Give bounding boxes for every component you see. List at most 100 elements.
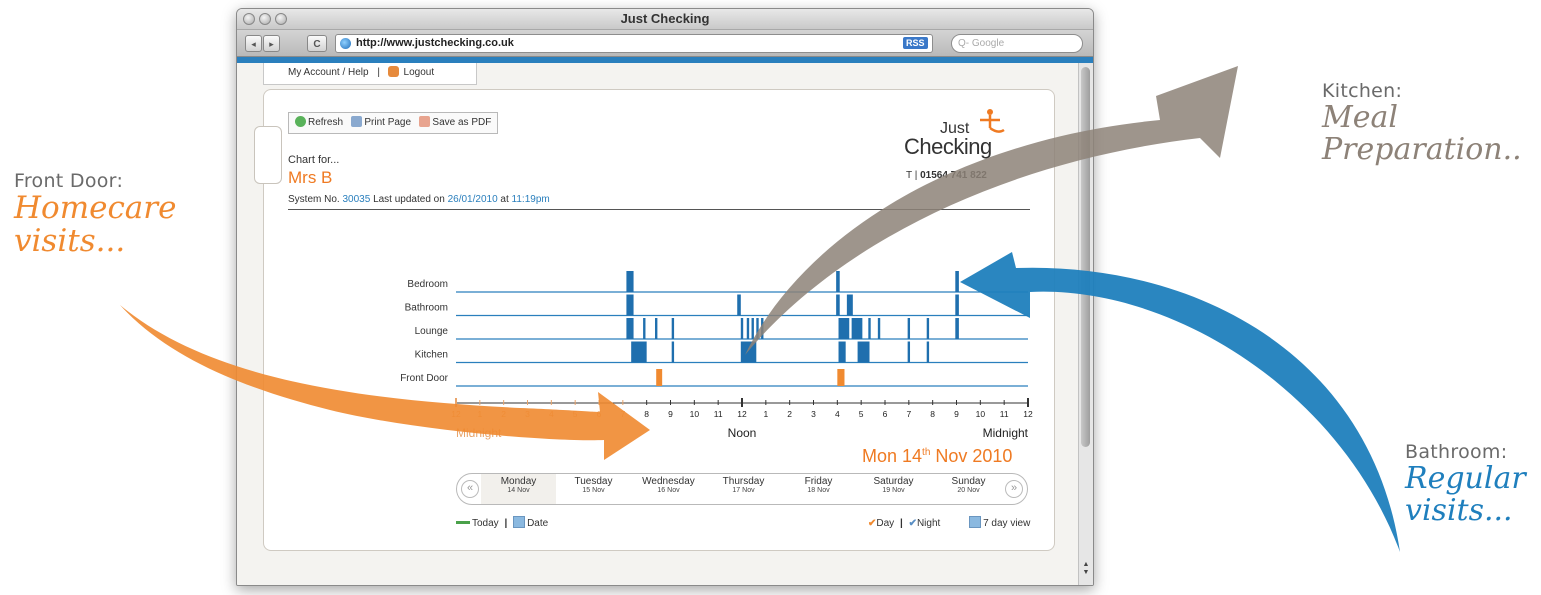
rss-button[interactable]: RSS [903,37,928,49]
axis-tick-label: 11 [1000,409,1009,419]
previous-week-button[interactable]: « [461,480,479,498]
bathroom-annotation-line1: Regular [1405,461,1526,496]
vertical-scrollbar[interactable]: ▲ ▼ [1078,63,1093,585]
activity-bar [838,341,846,363]
axis-tick-label: 10 [690,409,700,419]
seven-day-calendar-icon [969,516,982,528]
title-bar: Just Checking [237,9,1093,30]
activity-bar [740,341,757,363]
axis-tick-label: 4 [835,409,840,419]
week-day-sunday[interactable]: Sunday 20 Nov [931,474,1006,504]
row-label: Bedroom [407,279,448,290]
axis-tick-label: 6 [597,409,602,419]
axis-tick-label: 1 [477,409,482,419]
browser-toolbar: ◂ ▸ C http://www.justchecking.co.uk RSS … [237,30,1093,57]
axis-tick-label: 5 [573,409,578,419]
axis-tick-label: 2 [787,409,792,419]
today-arrow-icon [456,521,470,524]
activity-bar [671,341,675,363]
activity-bar [656,369,663,386]
kitchen-annotation: Kitchen: Meal Preparation.. [1322,80,1522,165]
account-tab: My Account / Help | Logout [263,63,477,85]
week-day-name: Saturday [873,476,914,487]
axis-tick-label: 2 [501,409,506,419]
activity-bar [926,341,930,363]
axis-label-noon: Noon [728,426,757,440]
activity-bar [955,271,959,292]
activity-bar [907,341,911,363]
activity-bar [740,318,744,339]
night-tick-icon: ✔ [908,518,917,529]
front-door-annotation-heading: Front Door: [14,170,124,192]
week-day-friday[interactable]: Friday 18 Nov [781,474,856,504]
week-day-date: 16 Nov [657,487,680,494]
globe-icon [340,38,351,49]
forward-button[interactable]: ▸ [263,35,280,52]
activity-bar [955,318,959,339]
day-toggle[interactable]: Day [876,518,894,529]
logout-link[interactable]: Logout [404,67,435,78]
week-day-date: 19 Nov [882,487,905,494]
address-bar-url: http://www.justchecking.co.uk [356,37,514,49]
week-day-saturday[interactable]: Saturday 19 Nov [856,474,931,504]
week-day-date: 14 Nov [507,487,530,494]
date-title-suffix: Nov 2010 [930,446,1013,466]
scroll-thumb[interactable] [1081,67,1090,447]
date-link[interactable]: Date [527,518,548,529]
activity-panel: Refresh Print Page Save as PDF Chart for… [254,89,1055,551]
axis-tick-label: 1 [763,409,768,419]
activity-bar [655,318,658,339]
date-controls: Today | Date [456,516,548,529]
week-day-monday[interactable]: Monday 14 Nov [481,474,556,504]
axis-tick-label: 3 [811,409,816,419]
activity-bar [631,341,647,363]
activity-bar [837,369,845,386]
activity-bar [756,318,759,339]
kitchen-annotation-line2: Preparation.. [1322,131,1522,167]
scroll-arrows-icon[interactable]: ▲ ▼ [1081,561,1091,579]
axis-tick-label: 12 [451,409,461,419]
back-button[interactable]: ◂ [245,35,262,52]
seven-day-view-link[interactable]: 7 day view [983,518,1030,529]
row-label: Lounge [415,326,449,337]
axis-label-midnight-end: Midnight [983,426,1029,440]
activity-bar [955,294,959,316]
activity-bar [838,318,850,339]
today-link[interactable]: Today [472,518,499,529]
week-day-tuesday[interactable]: Tuesday 15 Nov [556,474,631,504]
activity-bar [737,294,741,316]
activity-bar [746,318,750,339]
front-door-annotation-line2: visits... [14,222,126,259]
week-day-date: 18 Nov [807,487,830,494]
logout-icon [387,66,399,77]
week-day-date: 15 Nov [582,487,605,494]
search-input[interactable]: Q- Google [951,34,1083,53]
week-day-date: 20 Nov [957,487,980,494]
axis-tick-label: 12 [1023,409,1033,419]
activity-bar [751,318,754,339]
axis-tick-label: 9 [954,409,959,419]
activity-bar [761,318,764,339]
week-day-name: Wednesday [642,476,695,487]
week-day-name: Sunday [951,476,986,487]
week-day-thursday[interactable]: Thursday 17 Nov [706,474,781,504]
footer-separator: | [504,518,508,529]
axis-tick-label: 7 [906,409,911,419]
bathroom-annotation-line2: visits... [1405,492,1513,528]
row-label: Kitchen [415,350,448,361]
activity-bar [836,294,840,316]
activity-bar [643,318,646,339]
night-toggle[interactable]: Night [917,518,940,529]
reload-button[interactable]: C [307,35,327,52]
axis-tick-label: 6 [883,409,888,419]
activity-bar [926,318,930,339]
axis-tick-label: 12 [737,409,747,419]
week-day-wednesday[interactable]: Wednesday 16 Nov [631,474,706,504]
activity-bar [857,341,870,363]
account-help-link[interactable]: My Account / Help [288,67,369,78]
next-week-button[interactable]: » [1005,480,1023,498]
week-day-name: Monday [500,476,537,487]
address-bar[interactable]: http://www.justchecking.co.uk [335,34,933,53]
window-title: Just Checking [620,11,710,26]
activity-bar [671,318,675,339]
